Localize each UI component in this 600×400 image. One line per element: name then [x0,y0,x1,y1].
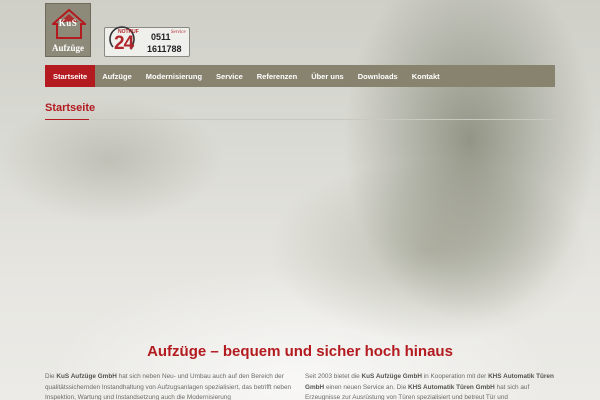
company-name: KuS Aufzüge GmbH [361,373,422,380]
title-divider [89,119,554,120]
nav-item-startseite[interactable]: Startseite [45,65,96,87]
intro-paragraph-left: Die KuS Aufzüge GmbH hat sich neben Neu-… [45,372,295,400]
text-segment: einen neuen Service an. Die [324,383,409,391]
company-name: KuS Aufzüge GmbH [56,373,117,380]
emergency-hours: 24 [114,33,134,54]
main-navigation: Startseite Aufzüge Modernisierung Servic… [45,65,555,87]
page: KuS Aufzüge NOTRUF 24 0511 1611788 Servi… [0,0,600,400]
company-logo[interactable]: KuS Aufzüge [45,3,91,57]
title-accent-line [45,119,89,120]
emergency-area-code: 0511 [151,32,171,42]
nav-item-aufzuege[interactable]: Aufzüge [95,65,139,87]
nav-item-downloads[interactable]: Downloads [351,65,405,87]
nav-item-modernisierung[interactable]: Modernisierung [139,65,209,87]
text-segment: Seit 2003 bietet die [305,373,362,380]
page-title: Startseite [45,102,96,114]
intro-paragraph-right: Seit 2003 bietet die KuS Aufzüge GmbH in… [305,372,555,400]
hero-headline: Aufzüge – bequem und sicher hoch hinaus [147,343,453,360]
nav-item-kontakt[interactable]: Kontakt [405,65,447,87]
logo-wordmark: Aufzüge [52,43,84,53]
nav-item-service[interactable]: Service [209,65,250,87]
emergency-number: 1611788 [147,44,182,54]
emergency-hotline-badge[interactable]: NOTRUF 24 0511 1611788 Service [104,26,190,57]
nav-item-ueber-uns[interactable]: Über uns [304,65,351,87]
text-segment: Die [45,373,57,380]
partner-company-name: KHS Automatik Türen GmbH [408,383,495,391]
text-segment: in Kooperation mit der [421,373,489,380]
logo-initials: KuS [58,18,78,28]
emergency-tagline: Service [171,30,186,35]
nav-item-referenzen[interactable]: Referenzen [250,65,304,87]
